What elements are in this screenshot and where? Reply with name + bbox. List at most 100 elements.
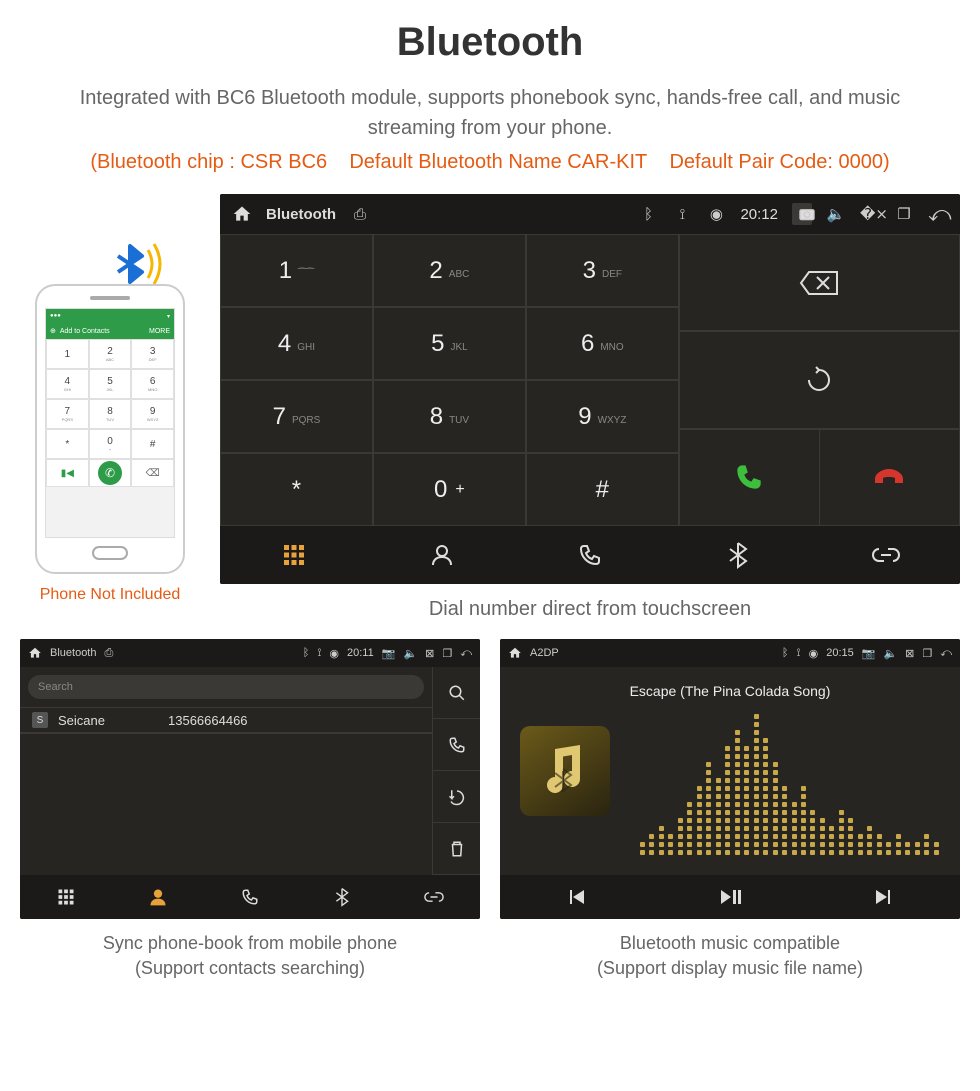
- back-icon[interactable]: ⤺: [928, 201, 948, 227]
- play-pause-button[interactable]: [653, 875, 806, 919]
- nav-pair-icon[interactable]: [812, 526, 960, 584]
- phone-key-#: #: [131, 429, 174, 459]
- nav-keypad-icon[interactable]: [20, 875, 112, 919]
- phone-key-2: 2ABC: [89, 339, 132, 369]
- dialer-key-#[interactable]: #: [526, 453, 679, 526]
- volume-icon[interactable]: 🔈: [883, 647, 897, 660]
- phone-key-5: 5JKL: [89, 369, 132, 399]
- dialer-key-5[interactable]: 5JKL: [373, 307, 526, 380]
- nav-contacts-icon[interactable]: [368, 526, 516, 584]
- bluetooth-status-icon: ᛒ: [638, 206, 658, 223]
- camera-icon[interactable]: [792, 203, 812, 225]
- phone-caption: Phone Not Included: [40, 586, 181, 604]
- phone-backspace-icon: ⌫: [131, 459, 174, 487]
- music-statusbar: A2DP ᛒ ⟟ ◉ 20:15 📷 🔈 ⊠ ❐ ⤺: [500, 639, 960, 667]
- dialer-key-9[interactable]: 9WXYZ: [526, 380, 679, 453]
- dialer-statusbar: Bluetooth ⎙ ᛒ ⟟ ◉ 20:12 🔈 �⨯ ❐ ⤺: [220, 194, 960, 234]
- clock: 20:12: [740, 206, 778, 223]
- dialer-key-8[interactable]: 8TUV: [373, 380, 526, 453]
- close-icon[interactable]: ⊠: [425, 647, 434, 660]
- music-title: A2DP: [530, 647, 559, 659]
- phonebook-panel: Bluetooth ⎙ ᛒ ⟟ ◉ 20:11 📷 🔈 ⊠ ❐ ⤺: [20, 639, 480, 919]
- close-icon[interactable]: �⨯: [860, 205, 880, 223]
- home-icon[interactable]: [508, 646, 522, 660]
- phone-key-*: *: [46, 429, 89, 459]
- nav-recent-calls-icon[interactable]: [204, 875, 296, 919]
- prev-track-button[interactable]: [500, 875, 653, 919]
- phone-key-4: 4GHI: [46, 369, 89, 399]
- close-icon[interactable]: ⊠: [905, 647, 914, 660]
- page-title: Bluetooth: [20, 20, 960, 65]
- call-button[interactable]: [680, 430, 819, 525]
- bluetooth-specs: (Bluetooth chip : CSR BC6 Default Blueto…: [20, 151, 960, 174]
- nav-pair-icon[interactable]: [388, 875, 480, 919]
- home-icon[interactable]: [28, 646, 42, 660]
- call-icon[interactable]: [433, 719, 480, 771]
- phonebook-caption: Sync phone-book from mobile phone (Suppo…: [103, 931, 397, 981]
- dialer-title: Bluetooth: [266, 206, 336, 223]
- bluetooth-status-icon: ᛒ: [303, 647, 310, 659]
- camera-icon[interactable]: 📷: [382, 647, 396, 660]
- album-art-icon: [520, 726, 610, 816]
- contact-row[interactable]: S Seicane 13566664466: [20, 707, 432, 733]
- dialer-key-0[interactable]: 0+: [373, 453, 526, 526]
- sync-down-icon[interactable]: [433, 771, 480, 823]
- dialer-key-2[interactable]: 2ABC: [373, 234, 526, 307]
- back-icon[interactable]: ⤺: [460, 647, 472, 660]
- recent-apps-icon[interactable]: ❐: [442, 647, 452, 660]
- next-track-button[interactable]: [807, 875, 960, 919]
- clock: 20:15: [826, 647, 854, 659]
- volume-icon[interactable]: 🔈: [826, 205, 846, 223]
- dialer-key-*[interactable]: *: [220, 453, 373, 526]
- search-input[interactable]: Search: [28, 675, 424, 699]
- delete-icon[interactable]: [433, 823, 480, 875]
- nav-bluetooth-icon[interactable]: [296, 875, 388, 919]
- nav-keypad-icon[interactable]: [220, 526, 368, 584]
- dialer-key-1[interactable]: 1⁀⁀: [220, 234, 373, 307]
- page-subtitle: Integrated with BC6 Bluetooth module, su…: [60, 83, 920, 143]
- phone-key-1: 1: [46, 339, 89, 369]
- phone-key-8: 8TUV: [89, 399, 132, 429]
- dialer-key-6[interactable]: 6MNO: [526, 307, 679, 380]
- clock: 20:11: [347, 647, 374, 659]
- location-icon: ⟟: [672, 206, 692, 223]
- music-caption: Bluetooth music compatible (Support disp…: [597, 931, 863, 981]
- music-panel: A2DP ᛒ ⟟ ◉ 20:15 📷 🔈 ⊠ ❐ ⤺ Escape (The P…: [500, 639, 960, 919]
- back-icon[interactable]: ⤺: [940, 647, 952, 660]
- phone-call-button: ✆: [89, 459, 132, 487]
- wifi-icon: ◉: [329, 647, 339, 660]
- recent-apps-icon[interactable]: ❐: [922, 647, 932, 660]
- recent-apps-icon[interactable]: ❐: [894, 205, 914, 223]
- nav-bluetooth-icon[interactable]: [664, 526, 812, 584]
- song-title: Escape (The Pina Colada Song): [500, 683, 960, 699]
- backspace-button[interactable]: [680, 235, 959, 330]
- dialer-key-3[interactable]: 3DEF: [526, 234, 679, 307]
- contact-badge: S: [32, 712, 48, 728]
- phone-key-7: 7PQRS: [46, 399, 89, 429]
- search-icon[interactable]: [433, 667, 480, 719]
- contact-number: 13566664466: [168, 713, 248, 728]
- wifi-icon: ◉: [809, 647, 819, 660]
- dialer-key-7[interactable]: 7PQRS: [220, 380, 373, 453]
- dialer-headunit: Bluetooth ⎙ ᛒ ⟟ ◉ 20:12 🔈 �⨯ ❐ ⤺ 1⁀: [220, 194, 960, 584]
- usb-icon: ⎙: [350, 206, 370, 223]
- hangup-button[interactable]: [819, 430, 959, 525]
- phonebook-statusbar: Bluetooth ⎙ ᛒ ⟟ ◉ 20:11 📷 🔈 ⊠ ❐ ⤺: [20, 639, 480, 667]
- nav-contacts-icon[interactable]: [112, 875, 204, 919]
- location-icon: ⟟: [317, 647, 321, 660]
- contact-name: Seicane: [58, 713, 158, 728]
- home-icon[interactable]: [232, 204, 252, 224]
- redial-button[interactable]: [680, 332, 959, 427]
- phone-video-icon: ▮◀: [46, 459, 89, 487]
- camera-icon[interactable]: 📷: [862, 647, 876, 660]
- location-icon: ⟟: [797, 647, 801, 660]
- search-placeholder: Search: [38, 681, 73, 693]
- volume-icon[interactable]: 🔈: [403, 647, 417, 660]
- phonebook-title: Bluetooth: [50, 647, 96, 659]
- phone-key-3: 3DEF: [131, 339, 174, 369]
- bluetooth-status-icon: ᛒ: [782, 647, 789, 659]
- nav-recent-calls-icon[interactable]: [516, 526, 664, 584]
- wifi-icon: ◉: [706, 205, 726, 223]
- dialer-key-4[interactable]: 4GHI: [220, 307, 373, 380]
- plus-icon: ⊕: [50, 327, 56, 335]
